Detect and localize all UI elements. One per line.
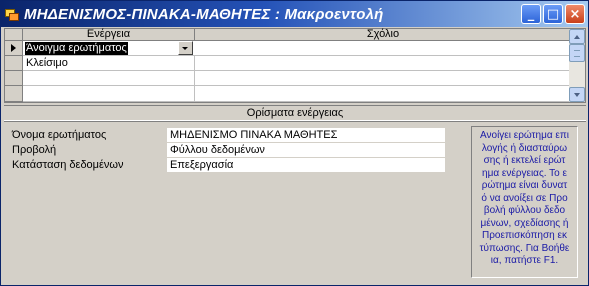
comment-cell[interactable] — [195, 41, 571, 56]
row-selector[interactable] — [5, 56, 23, 71]
table-row[interactable] — [5, 86, 571, 102]
scroll-down-button[interactable] — [569, 87, 585, 102]
action-combobox[interactable]: Άνοιγμα ερωτήματος — [23, 41, 195, 56]
close-button[interactable]: × — [565, 4, 585, 24]
macro-window: ΜΗΔΕΝΙΣΜΟΣ-ΠΙΝΑΚΑ-ΜΑΘΗΤΕΣ : Μακροεντολή … — [0, 0, 589, 286]
view-field[interactable]: Φύλλου δεδομένων — [167, 143, 445, 157]
query-name-label: Όνομα ερωτήματος — [12, 129, 107, 141]
action-cell[interactable] — [23, 71, 195, 86]
help-text: Ανοίγει ερώτημα επι λογής ή διασταύρω ση… — [471, 126, 578, 278]
action-arguments-header: Ορίσματα ενέργειας — [4, 105, 586, 121]
macro-icon — [4, 6, 20, 22]
table-row[interactable] — [5, 71, 571, 86]
grid-header: Ενέργεια Σχόλιο — [5, 29, 571, 41]
arrow-down-icon — [574, 93, 580, 97]
select-all-cell[interactable] — [5, 29, 23, 41]
dropdown-arrow-button[interactable] — [178, 41, 193, 55]
scroll-up-button[interactable] — [569, 29, 585, 44]
divider — [4, 121, 586, 122]
comment-cell[interactable] — [195, 56, 571, 71]
view-label: Προβολή — [12, 144, 57, 156]
scroll-thumb[interactable] — [569, 44, 585, 62]
window-title: ΜΗΔΕΝΙΣΜΟΣ-ΠΙΝΑΚΑ-ΜΑΘΗΤΕΣ : Μακροεντολή — [24, 5, 384, 23]
data-mode-label: Κατάσταση δεδομένων — [12, 159, 124, 171]
row-selector[interactable] — [5, 86, 23, 102]
data-mode-field[interactable]: Επεξεργασία — [167, 158, 445, 172]
row-selector[interactable] — [5, 41, 23, 56]
column-header-comment: Σχόλιο — [366, 28, 400, 40]
table-row[interactable]: Κλείσιμο — [5, 56, 571, 71]
query-name-field[interactable]: ΜΗΔΕΝΙΣΜΟ ΠΙΝΑΚΑ ΜΑΘΗΤΕΣ — [167, 128, 445, 142]
title-bar[interactable]: ΜΗΔΕΝΙΣΜΟΣ-ΠΙΝΑΚΑ-ΜΑΘΗΤΕΣ : Μακροεντολή … — [1, 1, 588, 27]
comment-cell[interactable] — [195, 71, 571, 86]
vertical-scrollbar[interactable] — [569, 29, 585, 102]
macro-grid[interactable]: Ενέργεια Σχόλιο Άνοιγμα ερωτήματος Κλείσ… — [4, 28, 586, 103]
comment-cell[interactable] — [195, 86, 571, 101]
action-combobox-value: Άνοιγμα ερωτήματος — [25, 42, 128, 55]
arrow-up-icon — [574, 35, 580, 39]
maximize-button[interactable]: □ — [543, 4, 563, 24]
column-header-action: Ενέργεια — [23, 29, 195, 41]
chevron-down-icon — [182, 47, 188, 50]
minimize-button[interactable]: _ — [521, 4, 541, 24]
action-cell[interactable]: Κλείσιμο — [23, 56, 195, 71]
action-cell[interactable] — [23, 86, 195, 101]
row-selector[interactable] — [5, 71, 23, 86]
current-row-arrow-icon — [11, 44, 16, 52]
table-row[interactable]: Άνοιγμα ερωτήματος — [5, 41, 571, 56]
